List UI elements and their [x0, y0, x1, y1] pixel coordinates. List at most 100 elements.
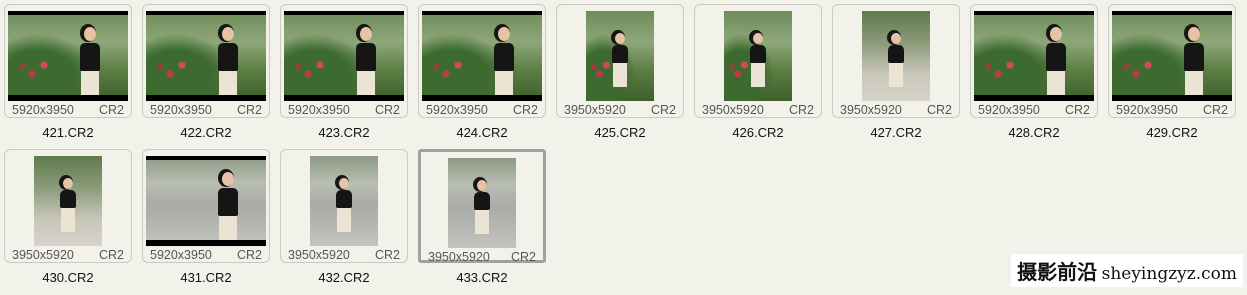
image-dimensions: 5920x3950 [150, 248, 212, 262]
photo-scene [974, 11, 1094, 101]
photo-scene [146, 156, 266, 246]
file-type-label: CR2 [374, 103, 400, 117]
photo-subject [492, 27, 516, 101]
thumbnail-card[interactable]: 3950x5920 CR2 [694, 4, 822, 118]
watermark-chinese-text: 摄影前沿 [1017, 260, 1098, 284]
file-name-label[interactable]: 424.CR2 [418, 125, 546, 140]
image-dimensions: 3950x5920 [12, 248, 74, 262]
file-type-label: CR2 [98, 248, 124, 262]
photo-preview [724, 11, 792, 101]
file-type-label: CR2 [236, 248, 262, 262]
photo-preview [310, 156, 378, 246]
file-thumbnail-item[interactable]: 5920x3950 CR2 429.CR2 [1108, 4, 1238, 147]
file-name-label[interactable]: 425.CR2 [556, 125, 684, 140]
thumbnail-card[interactable]: 5920x3950 CR2 [4, 4, 132, 118]
file-name-label[interactable]: 427.CR2 [832, 125, 960, 140]
file-thumbnail-item[interactable]: 3950x5920 CR2 433.CR2 [418, 149, 548, 292]
image-dimensions: 5920x3950 [978, 103, 1040, 117]
photo-preview [284, 11, 404, 101]
file-name-label[interactable]: 423.CR2 [280, 125, 408, 140]
image-dimensions: 3950x5920 [840, 103, 902, 117]
file-type-label: CR2 [650, 103, 676, 117]
photo-subject [354, 27, 378, 101]
image-dimensions: 3950x5920 [288, 248, 350, 262]
thumbnail-card[interactable]: 3950x5920 CR2 [556, 4, 684, 118]
photo-subject [78, 27, 102, 101]
file-type-label: CR2 [512, 103, 538, 117]
image-dimensions: 3950x5920 [428, 250, 490, 264]
file-type-label: CR2 [926, 103, 952, 117]
thumbnail-card[interactable]: 5920x3950 CR2 [1108, 4, 1236, 118]
photo-preview [974, 11, 1094, 101]
watermark-url: sheyingzyz.com [1101, 264, 1237, 284]
file-name-label[interactable]: 433.CR2 [418, 270, 546, 285]
thumbnail-card[interactable]: 3950x5920 CR2 [4, 149, 132, 263]
file-thumbnail-item[interactable]: 3950x5920 CR2 430.CR2 [4, 149, 134, 292]
photo-subject [1044, 27, 1068, 101]
photo-subject [749, 33, 767, 87]
file-type-label: CR2 [98, 103, 124, 117]
image-dimensions: 5920x3950 [288, 103, 350, 117]
file-type-label: CR2 [1064, 103, 1090, 117]
file-thumbnail-item[interactable]: 3950x5920 CR2 425.CR2 [556, 4, 686, 147]
photo-scene [1112, 11, 1232, 101]
photo-subject [335, 178, 353, 232]
thumbnail-card[interactable]: 5920x3950 CR2 [418, 4, 546, 118]
thumbnail-card[interactable]: 5920x3950 CR2 [280, 4, 408, 118]
file-thumbnail-item[interactable]: 5920x3950 CR2 423.CR2 [280, 4, 410, 147]
file-name-label[interactable]: 431.CR2 [142, 270, 270, 285]
thumbnail-card[interactable]: 3950x5920 CR2 [418, 149, 546, 264]
file-name-label[interactable]: 430.CR2 [4, 270, 132, 285]
photo-subject [887, 33, 905, 87]
image-dimensions: 5920x3950 [426, 103, 488, 117]
file-thumbnail-item[interactable]: 5920x3950 CR2 424.CR2 [418, 4, 548, 147]
image-dimensions: 5920x3950 [150, 103, 212, 117]
photo-preview [8, 11, 128, 101]
photo-scene [284, 11, 404, 101]
photo-scene [8, 11, 128, 101]
file-thumbnail-item[interactable]: 5920x3950 CR2 428.CR2 [970, 4, 1100, 147]
file-thumbnail-item[interactable]: 5920x3950 CR2 421.CR2 [4, 4, 134, 147]
file-thumbnail-item[interactable]: 5920x3950 CR2 422.CR2 [142, 4, 272, 147]
photo-subject [611, 33, 629, 87]
file-name-label[interactable]: 428.CR2 [970, 125, 1098, 140]
file-name-label[interactable]: 426.CR2 [694, 125, 822, 140]
thumbnail-card[interactable]: 3950x5920 CR2 [280, 149, 408, 263]
photo-subject [216, 27, 240, 101]
file-thumbnail-item[interactable]: 3950x5920 CR2 432.CR2 [280, 149, 410, 292]
photo-scene [422, 11, 542, 101]
photo-subject [1182, 27, 1206, 101]
image-dimensions: 3950x5920 [702, 103, 764, 117]
file-name-label[interactable]: 421.CR2 [4, 125, 132, 140]
photo-preview [146, 156, 266, 246]
file-name-label[interactable]: 429.CR2 [1108, 125, 1236, 140]
photo-preview [862, 11, 930, 101]
file-browser-window: { "files": [ {"name": "421.CR2", "dims":… [0, 0, 1247, 295]
photo-subject [216, 172, 240, 246]
file-thumbnail-item[interactable]: 3950x5920 CR2 426.CR2 [694, 4, 824, 147]
photo-scene [146, 11, 266, 101]
photo-preview [586, 11, 654, 101]
file-thumbnail-item[interactable]: 5920x3950 CR2 431.CR2 [142, 149, 272, 292]
file-type-label: CR2 [510, 250, 536, 264]
file-type-label: CR2 [236, 103, 262, 117]
file-type-label: CR2 [1202, 103, 1228, 117]
photo-subject [473, 180, 491, 234]
photo-subject [59, 178, 77, 232]
file-type-label: CR2 [788, 103, 814, 117]
thumbnail-card[interactable]: 3950x5920 CR2 [832, 4, 960, 118]
photo-preview [422, 11, 542, 101]
thumbnail-card[interactable]: 5920x3950 CR2 [142, 149, 270, 263]
photo-preview [1112, 11, 1232, 101]
photo-preview [146, 11, 266, 101]
image-dimensions: 3950x5920 [564, 103, 626, 117]
thumbnail-card[interactable]: 5920x3950 CR2 [970, 4, 1098, 118]
thumbnail-grid: 5920x3950 CR2 421.CR2 5920x3950 CR2 422.… [4, 4, 1238, 292]
thumbnail-card[interactable]: 5920x3950 CR2 [142, 4, 270, 118]
file-name-label[interactable]: 422.CR2 [142, 125, 270, 140]
photo-preview [34, 156, 102, 246]
image-dimensions: 5920x3950 [1116, 103, 1178, 117]
photo-preview [448, 158, 516, 248]
file-name-label[interactable]: 432.CR2 [280, 270, 408, 285]
file-thumbnail-item[interactable]: 3950x5920 CR2 427.CR2 [832, 4, 962, 147]
